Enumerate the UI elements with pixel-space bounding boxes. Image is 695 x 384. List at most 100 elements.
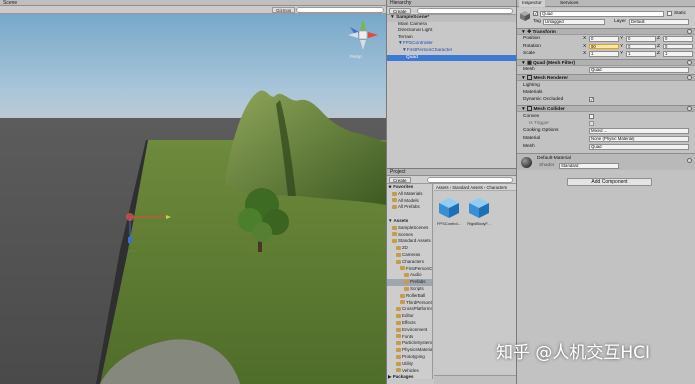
project-tree-folder[interactable]: All Models xyxy=(387,198,432,205)
transform-x-field[interactable]: 90 xyxy=(589,43,619,49)
project-tree-header[interactable]: ▶ Packages xyxy=(387,374,432,379)
project-tree-folder[interactable]: All Materials xyxy=(387,191,432,198)
hierarchy-item[interactable]: Terrain xyxy=(387,35,516,42)
project-tree-folder[interactable]: Environment xyxy=(387,327,432,334)
project-tree-header[interactable]: ▼ Assets xyxy=(387,218,432,225)
inspector-panel: Inspector Services ✓ Quad Static Tag Unt… xyxy=(516,0,695,384)
project-tree-folder[interactable]: Scenes xyxy=(387,232,432,239)
collider-mesh-field[interactable]: Quad xyxy=(589,144,689,150)
inspector-tab[interactable]: Inspector xyxy=(519,0,545,7)
hierarchy-create-button[interactable]: Create xyxy=(389,8,411,14)
project-tree-folder[interactable]: Standard Assets xyxy=(387,238,432,245)
transform-z-field[interactable]: 1 xyxy=(663,51,693,57)
hierarchy-item[interactable]: Main Camera xyxy=(387,22,516,29)
breadcrumb[interactable]: Assets › Standard Assets › Characters xyxy=(434,184,517,191)
transform-z-field[interactable]: 0 xyxy=(663,36,693,42)
is-trigger-checkbox[interactable] xyxy=(589,121,594,126)
project-tree-folder[interactable]: Audio xyxy=(387,272,432,279)
project-tree-folder[interactable]: Utility xyxy=(387,361,432,368)
project-tab[interactable]: Project xyxy=(387,169,516,176)
project-tree-folder[interactable]: Characters xyxy=(387,259,432,266)
project-tree-label: Scenes xyxy=(398,231,414,237)
project-tree-folder[interactable]: 2D xyxy=(387,245,432,252)
project-tree-folder[interactable]: Vehicles xyxy=(387,368,432,375)
lighting-foldout[interactable]: Lighting xyxy=(523,83,540,88)
terrain[interactable] xyxy=(0,0,386,384)
material-section[interactable]: Default-Material Shader Standard xyxy=(517,153,695,170)
transform-settings-gear-icon[interactable] xyxy=(687,29,692,34)
mesh-renderer-gear-icon[interactable] xyxy=(687,75,692,80)
transform-x-field[interactable]: 1 xyxy=(589,51,619,57)
mesh-collider-gear-icon[interactable] xyxy=(687,106,692,111)
orientation-gizmo[interactable] xyxy=(346,18,380,52)
mesh-field[interactable]: Quad xyxy=(589,67,689,73)
layer-dropdown[interactable]: Default xyxy=(629,19,689,25)
services-tab[interactable]: Services xyxy=(557,0,581,7)
folder-icon xyxy=(400,300,405,305)
gizmos-dropdown[interactable]: Gizmos xyxy=(272,7,296,13)
mesh-collider-title: Mesh Collider xyxy=(533,107,565,112)
materials-foldout[interactable]: Materials xyxy=(523,90,542,95)
scene-name: SampleScene* xyxy=(396,15,430,20)
cooking-options-dropdown[interactable]: Mixed ... xyxy=(589,128,689,134)
project-tree-folder[interactable]: FirstPersonCharacter xyxy=(387,266,432,273)
project-tree-folder[interactable]: PhysicsMaterials xyxy=(387,347,432,354)
hierarchy-item[interactable]: Quad xyxy=(387,54,516,62)
project-create-button[interactable]: Create xyxy=(389,177,411,183)
active-checkbox[interactable]: ✓ xyxy=(533,11,538,16)
transform-y-field[interactable]: 0 xyxy=(626,36,656,42)
add-component-button[interactable]: Add Component xyxy=(567,178,652,186)
project-tree-label: Cameras xyxy=(402,251,421,257)
project-tree-folder[interactable]: RollerBall xyxy=(387,293,432,300)
hierarchy-item[interactable]: Directional Light xyxy=(387,28,516,35)
mesh-renderer-header[interactable]: ▼ Mesh Renderer xyxy=(517,74,695,81)
project-tree-folder[interactable]: All Prefabs xyxy=(387,204,432,211)
folder-icon xyxy=(392,198,397,203)
project-tree-folder[interactable]: ThirdPersonCharacter xyxy=(387,300,432,307)
hierarchy-item[interactable]: ▼FPSController xyxy=(387,41,516,48)
project-tree-header[interactable]: ★ Favorites xyxy=(387,184,432,191)
enabled-checkbox[interactable] xyxy=(527,75,533,81)
dynamic-occluded-checkbox[interactable]: ✓ xyxy=(589,97,594,102)
mesh-filter-header[interactable]: ▼ ▦ Quad (Mesh Filter) xyxy=(517,59,695,66)
project-footer xyxy=(434,375,558,384)
object-name-field[interactable]: Quad xyxy=(540,11,664,17)
hierarchy-search-input[interactable] xyxy=(417,8,513,14)
move-tool-gizmo[interactable] xyxy=(116,205,172,245)
mesh-filter-gear-icon[interactable] xyxy=(687,60,692,65)
static-checkbox[interactable] xyxy=(667,11,672,16)
project-tree-folder[interactable]: Prototyping xyxy=(387,354,432,361)
project-tree-folder[interactable]: Fonts xyxy=(387,334,432,341)
transform-y-field[interactable]: 0 xyxy=(626,43,656,49)
project-tree-label: CrossPlatformInput xyxy=(402,306,432,312)
scene-search-input[interactable] xyxy=(296,7,384,13)
perspective-label[interactable]: Persp xyxy=(350,54,362,59)
shader-dropdown[interactable]: Standard xyxy=(559,163,619,169)
hierarchy-item-label: Directional Light xyxy=(398,28,433,34)
convex-checkbox[interactable] xyxy=(589,114,594,119)
physic-material-field[interactable]: None (Physic Material) xyxy=(589,136,689,142)
static-label: Static xyxy=(674,11,686,16)
tag-dropdown[interactable]: Untagged xyxy=(543,19,605,25)
mesh-collider-header[interactable]: ▼ Mesh Collider xyxy=(517,105,695,112)
project-tree-folder[interactable]: Prefabs xyxy=(387,279,432,286)
project-search-input[interactable] xyxy=(427,177,513,183)
project-tree-folder[interactable]: SampleScenes xyxy=(387,225,432,232)
hierarchy-item[interactable]: ▼FirstPersonCharacter xyxy=(387,48,516,55)
enabled-checkbox[interactable] xyxy=(527,106,533,112)
project-tree-folder[interactable]: Scripts xyxy=(387,286,432,293)
project-tree-folder[interactable]: Effects xyxy=(387,320,432,327)
transform-y-field[interactable]: 1 xyxy=(626,51,656,57)
project-tree-folder[interactable]: Editor xyxy=(387,313,432,320)
material-gear-icon[interactable] xyxy=(687,158,692,163)
project-tree-folder[interactable]: CrossPlatformInput xyxy=(387,306,432,313)
hierarchy-tab[interactable]: Hierarchy xyxy=(387,0,516,7)
project-tree-folder[interactable]: ParticleSystems xyxy=(387,340,432,347)
transform-z-field[interactable]: 0 xyxy=(663,43,693,49)
scene-root-row[interactable]: ▼ SampleScene* xyxy=(387,15,516,22)
transform-header[interactable]: ▼ ✥ Transform xyxy=(517,28,695,35)
transform-x-field[interactable]: 0 xyxy=(589,36,619,42)
project-tree-folder[interactable]: Cameras xyxy=(387,252,432,259)
mesh-label: Mesh xyxy=(523,67,535,72)
scene-view[interactable]: Scene Gizmos Persp xyxy=(0,0,386,384)
